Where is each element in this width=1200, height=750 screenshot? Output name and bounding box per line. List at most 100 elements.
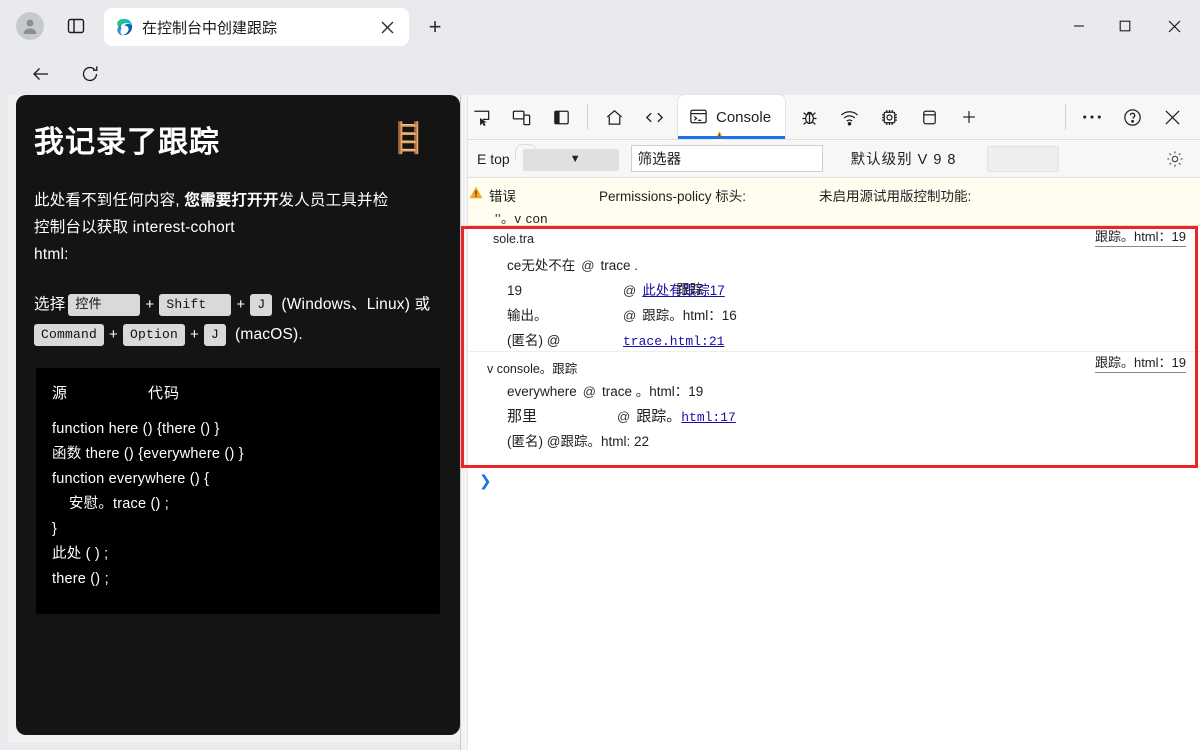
tab-actions-icon[interactable]: [64, 14, 88, 38]
paragraph-part-3: 发人员工具并检: [278, 192, 389, 209]
context-selector[interactable]: E top ▼: [467, 143, 619, 172]
kbd-j-mac: J: [203, 324, 226, 346]
frame-function-name: ce无处不在: [507, 258, 576, 273]
stack-frame[interactable]: everywhere @ trace 。html：19: [461, 378, 1200, 403]
frame-location[interactable]: 跟踪。html：16: [642, 304, 737, 324]
performance-chip-icon[interactable]: [869, 95, 909, 139]
code-line: }: [52, 521, 58, 537]
network-icon[interactable]: [829, 95, 869, 139]
filter-placeholder: 筛选器: [637, 152, 682, 168]
kbd-option: Option: [122, 324, 185, 346]
tab-console-label: Console: [716, 108, 772, 126]
devtools-right-actions: [1059, 95, 1200, 139]
device-emulation-icon[interactable]: [501, 95, 541, 139]
frame-function-name: (匿名) @: [507, 333, 561, 348]
code-line: there () ;: [52, 571, 109, 587]
issues-bug-icon[interactable]: [789, 95, 829, 139]
stack-frame[interactable]: (匿名) @跟踪。html: 22: [461, 428, 1200, 453]
close-icon[interactable]: [375, 15, 399, 39]
paragraph-part-5: html:: [34, 246, 69, 263]
stack-frame[interactable]: 19 @ 此处有跟踪17 跟踪: [461, 277, 1200, 302]
console-icon: [688, 106, 725, 140]
console-body: sole.tra 跟踪。html：19 ce无处不在 @ trace . 19 …: [461, 226, 1200, 490]
frame-location[interactable]: trace.html:21: [623, 334, 724, 349]
console-trace-group[interactable]: v console。跟踪 跟踪。html：19 everywhere @ tra…: [461, 352, 1200, 464]
tab-title: 在控制台中创建跟踪: [142, 19, 278, 37]
context-label: E top: [477, 150, 510, 167]
divider: [587, 104, 588, 130]
stack-frame[interactable]: (匿名) @ trace.html:21: [461, 327, 1200, 352]
code-line: 此处 ( ) ;: [52, 546, 109, 562]
warning-line-2: ''。v con: [495, 211, 549, 226]
window-controls: [1056, 0, 1200, 52]
windows-label: (Windows、Linux) 或: [281, 296, 431, 313]
frame-location[interactable]: html:17: [681, 410, 736, 425]
title-bar: 在控制台中创建跟踪 +: [0, 0, 1200, 52]
page-paragraph: 此处看不到任何内容, 您需要打开开发人员工具并检 控制台以获取 interest…: [34, 187, 442, 268]
warning-permissions-policy: Permissions-policy 标头:: [599, 189, 747, 204]
help-question-icon[interactable]: [1112, 95, 1152, 139]
stack-frame[interactable]: ce无处不在 @ trace .: [461, 252, 1200, 277]
stack-frame[interactable]: 输出。 @ 跟踪。html：16: [461, 302, 1200, 327]
dock-side-icon[interactable]: [541, 95, 581, 139]
frame-at: @: [623, 308, 637, 323]
stack-frame[interactable]: 那里 @ 跟踪。 html:17: [461, 403, 1200, 428]
frame-at: @: [581, 258, 595, 273]
elements-code-icon[interactable]: [634, 95, 674, 139]
code-col-code: 代码: [148, 385, 181, 402]
close-devtools-icon[interactable]: [1152, 95, 1192, 139]
plus-sign: +: [109, 326, 118, 343]
home-icon[interactable]: [594, 95, 634, 139]
divider: [1065, 104, 1066, 130]
console-filter-bar: E top ▼ 筛选器 默认级别 V 9 8: [461, 140, 1200, 178]
tab-console[interactable]: Console: [678, 95, 786, 140]
kbd-command: Command: [34, 324, 105, 346]
page-title-text: 我记录了跟踪: [34, 126, 220, 159]
plus-sign: +: [236, 296, 246, 313]
application-storage-icon[interactable]: [909, 95, 949, 139]
frame-location[interactable]: trace 。html：19: [602, 380, 703, 400]
minimize-button[interactable]: [1056, 0, 1102, 52]
navigation-bar: https://microsoftedge.github.io/Demos/de…: [0, 52, 1200, 142]
page-viewport: 我记录了跟踪 🪜 此处看不到任何内容, 您需要打开开发人员工具并检 控制台以获取…: [8, 95, 460, 743]
add-tool-plus-icon[interactable]: [949, 95, 989, 139]
trace-source-link[interactable]: 跟踪。html：19: [1094, 352, 1186, 373]
frame-location-prefix: 跟踪。: [636, 408, 682, 425]
frame-function-name: 19: [507, 283, 523, 298]
browser-tab[interactable]: 在控制台中创建跟踪: [104, 8, 409, 46]
gear-icon[interactable]: [1158, 144, 1192, 174]
console-trace-group[interactable]: sole.tra 跟踪。html：19 ce无处不在 @ trace . 19 …: [461, 226, 1200, 352]
demo-page: 我记录了跟踪 🪜 此处看不到任何内容, 您需要打开开发人员工具并检 控制台以获取…: [16, 95, 460, 735]
log-level-selector[interactable]: 默认级别 V 9 8: [851, 145, 1059, 172]
frame-function-name: everywhere: [507, 384, 577, 399]
filter-input[interactable]: 筛选器: [630, 145, 823, 172]
frame-function-name: 那里: [507, 408, 538, 425]
frame-location[interactable]: trace .: [600, 258, 638, 273]
plus-sign: +: [145, 296, 155, 313]
new-tab-button[interactable]: +: [420, 12, 450, 42]
avatar[interactable]: [16, 12, 44, 40]
edge-logo-icon: [114, 17, 134, 37]
trace-group-title[interactable]: v console。跟踪: [461, 358, 1200, 378]
console-scrollbar[interactable]: [461, 95, 468, 750]
code-line: function here () {there () }: [52, 421, 220, 437]
log-level-pill: [986, 145, 1059, 172]
window-close-button[interactable]: [1148, 0, 1200, 52]
frame-function-name: (匿名) @跟踪。html: 22: [507, 434, 649, 449]
code-header: 源 代码: [52, 382, 424, 403]
frame-location-overlay: 跟踪: [676, 282, 704, 297]
paragraph-part-4: 控制台以获取 interest-cohort: [34, 219, 235, 236]
paragraph-part-2: 您需要打开开: [184, 192, 279, 209]
frame-at: @: [617, 409, 631, 424]
frame-at: @: [623, 283, 637, 298]
kbd-control: 控件: [68, 294, 141, 316]
more-tools-ellipsis-icon[interactable]: [1072, 95, 1112, 139]
frame-location-overlapped[interactable]: 此处有跟踪17 跟踪: [642, 279, 725, 300]
reload-button[interactable]: [75, 59, 105, 89]
maximize-button[interactable]: [1102, 0, 1148, 52]
back-button[interactable]: [26, 59, 56, 89]
console-prompt[interactable]: ❯: [461, 464, 1200, 490]
trace-source-link[interactable]: 跟踪。html：19: [1094, 226, 1186, 247]
frame-at: @: [582, 384, 596, 399]
trace-group-title[interactable]: sole.tra: [461, 232, 1200, 252]
